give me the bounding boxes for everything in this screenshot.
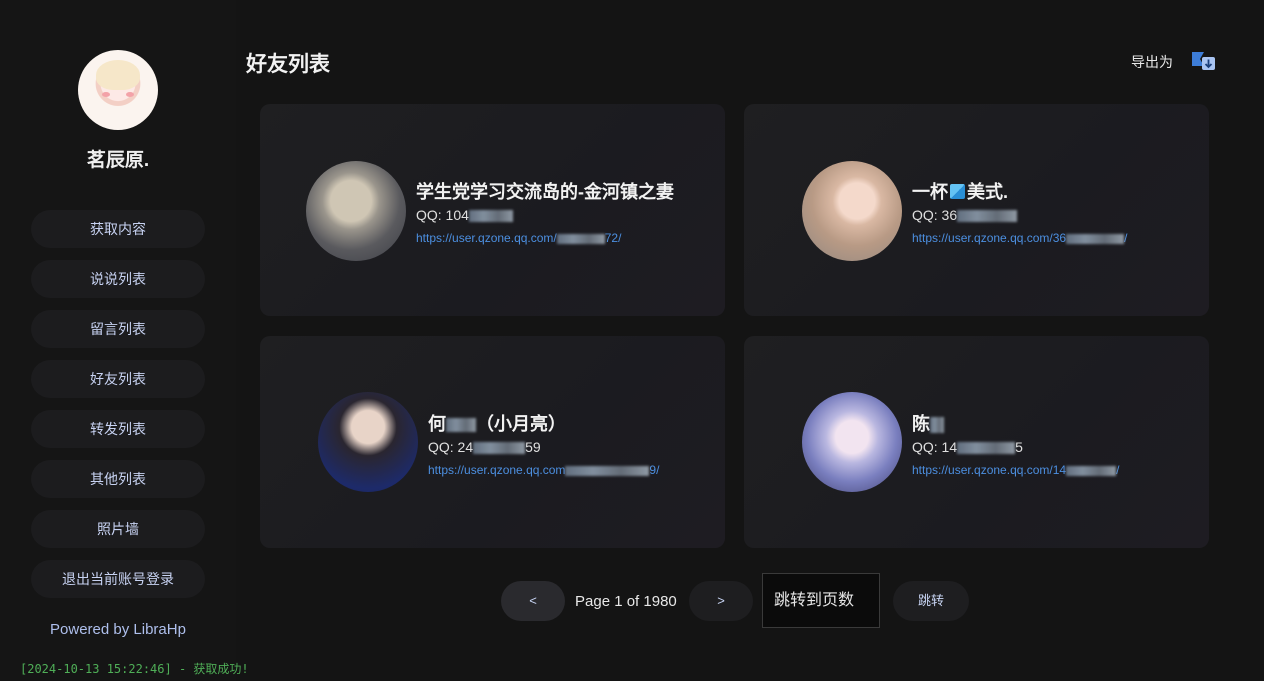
friend-name: 陈 (912, 410, 944, 436)
export-label: 导出为 (1131, 54, 1173, 70)
username: 茗辰原. (86, 150, 150, 171)
user-avatar (78, 50, 158, 130)
nav-message-list-button[interactable]: 留言列表 (31, 310, 205, 348)
logout-button[interactable]: 退出当前账号登录 (31, 560, 205, 598)
cube-emoji-icon (950, 184, 965, 199)
friend-qzone-link[interactable]: https://user.qzone.qq.com/14/ (912, 463, 1119, 477)
friend-name: 何（小月亮） (428, 414, 566, 434)
friend-qzone-link[interactable]: https://user.qzone.qq.com 9/ (428, 463, 659, 477)
jump-button[interactable]: 跳转 (893, 581, 969, 621)
prev-page-button[interactable]: < (501, 581, 565, 621)
friend-qzone-link[interactable]: https://user.qzone.qq.com/36/ (912, 231, 1127, 245)
friend-avatar (306, 161, 406, 261)
powered-by-text: Powered by LibraHp (50, 621, 186, 638)
friend-avatar (802, 161, 902, 261)
sidebar: 茗辰原. 获取内容 说说列表 留言列表 好友列表 转发列表 其他列表 照片墙 退… (0, 0, 236, 681)
friend-qq: QQ: 14 5 (912, 439, 1023, 455)
nav-shuoshuo-list-button[interactable]: 说说列表 (31, 260, 205, 298)
friend-card: 学生党学习交流岛的-金河镇之妻 QQ: 104 https://user.qzo… (260, 104, 725, 316)
nav-friend-list-button[interactable]: 好友列表 (31, 360, 205, 398)
friend-card: 陈 QQ: 14 5 https://user.qzone.qq.com/14/ (744, 336, 1209, 548)
nav-forward-list-button[interactable]: 转发列表 (31, 410, 205, 448)
friend-qq: QQ: 36 (912, 207, 1018, 223)
friend-card: 一杯 美式. QQ: 36 https://user.qzone.qq.com/3… (744, 104, 1209, 316)
friend-avatar (318, 392, 418, 492)
friend-qq: QQ: 104 (416, 207, 513, 223)
nav-other-list-button[interactable]: 其他列表 (31, 460, 205, 498)
friend-card: 何（小月亮） QQ: 24 59 https://user.qzone.qq.co… (260, 336, 725, 548)
friend-avatar (802, 392, 902, 492)
page-indicator: Page 1 of 1980 (575, 593, 677, 610)
friend-qzone-link[interactable]: https://user.qzone.qq.com/72/ (416, 231, 621, 245)
next-page-button[interactable]: > (689, 581, 753, 621)
nav-photo-wall-button[interactable]: 照片墙 (31, 510, 205, 548)
friend-name: 学生党学习交流岛的-金河镇之妻 (416, 182, 674, 202)
jump-page-input[interactable] (762, 573, 880, 628)
export-icon[interactable] (1191, 50, 1217, 72)
page-title: 好友列表 (246, 53, 330, 76)
status-log: [2024-10-13 15:22:46] - 获取成功! (20, 662, 249, 676)
friend-name: 一杯 美式. (912, 182, 1009, 202)
nav-get-content-button[interactable]: 获取内容 (31, 210, 205, 248)
friend-qq: QQ: 24 59 (428, 439, 541, 455)
